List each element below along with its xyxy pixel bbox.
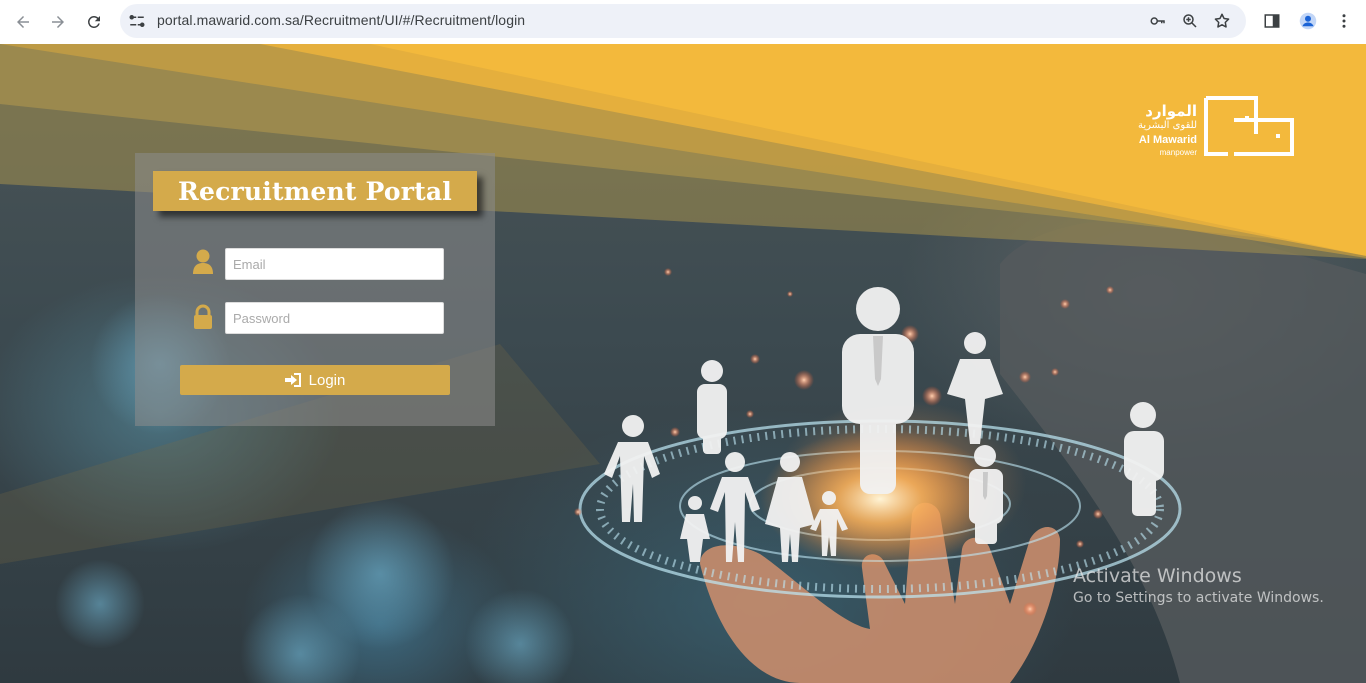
side-panel-icon[interactable] xyxy=(1259,8,1285,34)
email-field[interactable] xyxy=(225,248,444,280)
browser-toolbar: portal.mawarid.com.sa/Recruitment/UI/#/R… xyxy=(0,0,1366,44)
zoom-icon[interactable] xyxy=(1179,10,1201,32)
login-button-label: Login xyxy=(308,371,346,389)
watermark-line1: Activate Windows xyxy=(1073,565,1242,587)
back-arrow-icon[interactable] xyxy=(8,7,38,37)
logo-mark-icon xyxy=(1204,96,1294,156)
forward-arrow-icon[interactable] xyxy=(43,7,73,37)
user-icon xyxy=(192,249,214,275)
bookmark-star-icon[interactable] xyxy=(1211,10,1233,32)
address-bar[interactable]: portal.mawarid.com.sa/Recruitment/UI/#/R… xyxy=(120,4,1246,38)
more-menu-icon[interactable] xyxy=(1331,8,1357,34)
password-field[interactable] xyxy=(225,302,444,334)
logo-arabic-name: الموارد xyxy=(1145,102,1197,120)
portal-title-banner: Recruitment Portal xyxy=(153,171,477,211)
url-text[interactable]: portal.mawarid.com.sa/Recruitment/UI/#/R… xyxy=(157,12,525,28)
login-panel: Recruitment Portal Login xyxy=(135,153,495,426)
login-button[interactable]: Login xyxy=(180,365,450,395)
profile-icon[interactable] xyxy=(1295,8,1321,34)
password-key-icon[interactable] xyxy=(1147,10,1169,32)
site-info-icon[interactable] xyxy=(128,12,146,30)
al-mawarid-logo: الموارد للقوى البشرية Al Mawarid manpowe… xyxy=(1120,96,1300,158)
windows-activation-watermark: Activate Windows Go to Settings to activ… xyxy=(1073,565,1324,606)
logo-arabic-subtitle: للقوى البشرية xyxy=(1137,120,1197,131)
sign-in-icon xyxy=(284,373,301,387)
logo-english-subtitle: manpower xyxy=(1159,148,1197,157)
page-title: Recruitment Portal xyxy=(178,176,452,206)
lock-icon xyxy=(192,304,214,330)
logo-english-name: Al Mawarid xyxy=(1138,134,1197,146)
watermark-line2: Go to Settings to activate Windows. xyxy=(1073,590,1324,606)
reload-icon[interactable] xyxy=(79,7,109,37)
